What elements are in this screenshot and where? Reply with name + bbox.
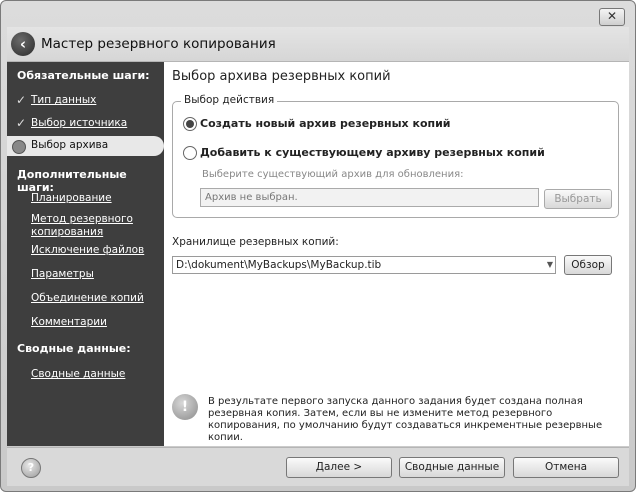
step-file-exclusion[interactable]: Исключение файлов bbox=[31, 244, 144, 257]
select-archive-button: Выбрать bbox=[544, 189, 612, 209]
add-existing-radio[interactable] bbox=[183, 146, 197, 160]
summary-button[interactable]: Сводные данные bbox=[399, 457, 505, 478]
step-archive-selection-active[interactable]: Выбор архива bbox=[7, 136, 164, 156]
step-data-type[interactable]: Тип данных bbox=[31, 94, 96, 107]
add-existing-label[interactable]: Добавить к существующему архиву резервны… bbox=[200, 146, 545, 159]
action-group-legend: Выбор действия bbox=[181, 94, 278, 106]
info-icon: ! bbox=[172, 394, 198, 420]
check-icon: ✓ bbox=[16, 116, 27, 130]
help-icon[interactable]: ? bbox=[21, 458, 41, 478]
summary-heading: Сводные данные: bbox=[17, 342, 131, 355]
wizard-footer: ? Далее > Сводные данные Отмена bbox=[7, 447, 629, 486]
window-title: Мастер резервного копирования bbox=[41, 36, 276, 52]
check-icon: ✓ bbox=[16, 93, 27, 107]
step-scheduling[interactable]: Планирование bbox=[31, 192, 112, 205]
wizard-header: ‹ Мастер резервного копирования bbox=[7, 27, 629, 62]
chevron-down-icon[interactable]: ▼ bbox=[547, 257, 553, 273]
optional-steps-heading: Дополнительные шаги: bbox=[17, 168, 127, 194]
steps-sidebar: Обязательные шаги: ✓ Тип данных ✓ Выбор … bbox=[7, 62, 164, 446]
close-button[interactable]: ✕ bbox=[599, 8, 625, 26]
step-consolidation[interactable]: Объединение копий bbox=[31, 292, 144, 305]
existing-archive-field: Архив не выбран. bbox=[200, 188, 539, 207]
step-source-selection[interactable]: Выбор источника bbox=[31, 117, 127, 130]
create-new-radio[interactable] bbox=[183, 117, 197, 131]
page-title: Выбор архива резервных копий bbox=[172, 69, 391, 84]
main-content: Выбор архива резервных копий Выбор дейст… bbox=[164, 62, 629, 446]
next-button[interactable]: Далее > bbox=[286, 457, 392, 478]
action-group: Выбор действия Создать новый архив резер… bbox=[172, 94, 619, 218]
storage-path-value: D:\dokument\MyBackups\MyBackup.tib bbox=[176, 259, 382, 271]
step-comments[interactable]: Комментарии bbox=[31, 316, 107, 329]
step-backup-method[interactable]: Метод резервного копирования bbox=[31, 213, 141, 239]
info-message: В результате первого запуска данного зад… bbox=[208, 396, 603, 443]
browse-button[interactable]: Обзор bbox=[564, 255, 612, 275]
storage-label: Хранилище резервных копий: bbox=[172, 236, 339, 248]
storage-path-combo[interactable]: D:\dokument\MyBackups\MyBackup.tib ▼ bbox=[172, 256, 556, 274]
cancel-button[interactable]: Отмена bbox=[513, 457, 619, 478]
step-summary[interactable]: Сводные данные bbox=[31, 368, 125, 381]
back-button[interactable]: ‹ bbox=[11, 32, 35, 56]
required-steps-heading: Обязательные шаги: bbox=[17, 69, 150, 82]
create-new-label[interactable]: Создать новый архив резервных копий bbox=[200, 117, 451, 130]
existing-archive-hint: Выберите существующий архив для обновлен… bbox=[202, 169, 464, 180]
current-step-icon bbox=[12, 140, 26, 154]
step-archive-selection-label: Выбор архива bbox=[31, 139, 109, 151]
close-icon: ✕ bbox=[606, 9, 618, 23]
wizard-window: ✕ ‹ Мастер резервного копирования Обязат… bbox=[0, 0, 636, 492]
step-parameters[interactable]: Параметры bbox=[31, 268, 94, 281]
back-arrow-icon: ‹ bbox=[19, 35, 27, 53]
